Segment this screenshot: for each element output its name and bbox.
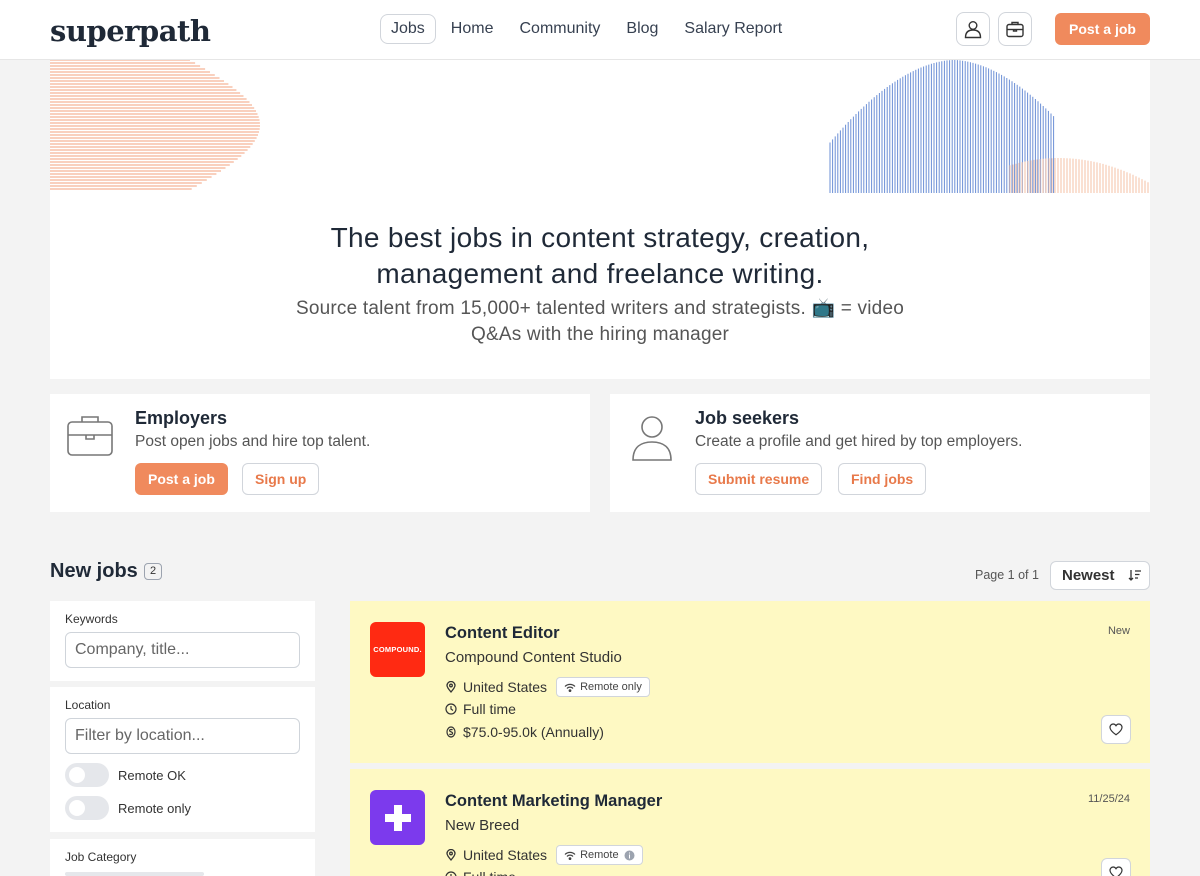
remote-ok-row: Remote OK — [65, 763, 186, 787]
company-logo: COMPOUND. — [370, 622, 425, 677]
company-logo-text: COMPOUND. — [373, 645, 422, 654]
page-info: Page 1 of 1 — [975, 568, 1039, 582]
sort-dropdown[interactable]: Newest — [1050, 561, 1150, 590]
job-card[interactable]: Content Marketing Manager New Breed Unit… — [350, 769, 1150, 876]
info-icon[interactable] — [624, 850, 635, 861]
top-header: superpath Jobs Home Community Blog Salar… — [0, 0, 1200, 60]
heart-icon — [1109, 723, 1123, 736]
nav-blog[interactable]: Blog — [615, 14, 669, 44]
hero-subtitle-line: Source talent from 15,000+ talented writ… — [296, 298, 904, 319]
job-type-row: Full time — [445, 701, 516, 717]
sign-up-button[interactable]: Sign up — [242, 463, 320, 495]
job-type: Full time — [463, 701, 516, 717]
submit-resume-button[interactable]: Submit resume — [695, 463, 823, 495]
job-company: Compound Content Studio — [445, 649, 622, 666]
nav-community[interactable]: Community — [508, 14, 611, 44]
job-category-filter: Job Category — [50, 839, 315, 876]
new-jobs-count-badge: 2 — [144, 563, 162, 580]
job-salary-row: $75.0-95.0k (Annually) — [445, 724, 604, 740]
map-pin-icon — [445, 681, 457, 693]
post-job-button[interactable]: Post a job — [1055, 13, 1150, 45]
remote-ok-label: Remote OK — [118, 767, 186, 783]
hero-title: The best jobs in content strategy, creat… — [50, 220, 1150, 292]
employers-post-job-button[interactable]: Post a job — [135, 463, 228, 495]
company-logo — [370, 790, 425, 845]
plus-logo-icon — [384, 804, 411, 831]
job-title[interactable]: Content Editor — [445, 624, 560, 643]
keywords-filter: Keywords Company, title... — [50, 601, 315, 681]
hero-title-line: The best jobs in content strategy, creat… — [330, 222, 870, 253]
job-date: 11/25/24 — [1087, 793, 1130, 805]
wifi-icon — [564, 851, 576, 860]
job-category-label: Job Category — [65, 850, 137, 864]
money-icon — [445, 726, 457, 738]
remote-badge: Remote only — [556, 677, 650, 697]
job-salary: $75.0-95.0k (Annually) — [463, 724, 604, 740]
wifi-icon — [564, 683, 576, 692]
job-type-row: Full time — [445, 869, 516, 876]
nav-jobs[interactable]: Jobs — [380, 14, 436, 44]
job-location: United States — [463, 679, 548, 695]
keywords-label: Keywords — [65, 612, 118, 626]
job-location-row: United States Remote — [445, 845, 643, 865]
remote-ok-toggle[interactable] — [65, 763, 109, 787]
job-type: Full time — [463, 869, 516, 876]
job-category-chip[interactable] — [65, 872, 204, 876]
save-job-button[interactable] — [1101, 715, 1131, 744]
job-date: New — [1107, 625, 1130, 637]
heart-icon — [1109, 866, 1123, 876]
job-seekers-title: Job seekers — [695, 408, 800, 428]
main-nav: Jobs Home Community Blog Salary Report — [380, 14, 797, 44]
user-icon — [964, 21, 982, 39]
remote-badge-label: Remote — [580, 849, 619, 861]
briefcase-icon — [67, 416, 113, 456]
remote-badge-label: Remote only — [580, 681, 642, 693]
sort-icon — [1128, 570, 1141, 581]
employers-description: Post open jobs and hire top talent. — [135, 433, 371, 450]
hero-subtitle-line: Q&As with the hiring manager — [471, 324, 729, 345]
job-location-row: United States Remote only — [445, 677, 650, 697]
superpath-logo[interactable]: superpath — [50, 14, 211, 48]
save-job-button[interactable] — [1101, 858, 1131, 876]
location-input[interactable]: Filter by location... — [65, 718, 300, 754]
nav-home[interactable]: Home — [440, 14, 505, 44]
location-filter: Location Filter by location... Remote OK… — [50, 687, 315, 832]
job-seekers-description: Create a profile and get hired by top em… — [695, 433, 1023, 450]
nav-salary-report[interactable]: Salary Report — [673, 14, 793, 44]
account-button[interactable] — [956, 12, 990, 46]
location-label: Location — [65, 698, 111, 712]
job-seekers-card: Job seekers Create a profile and get hir… — [610, 394, 1150, 512]
sort-label: Newest — [1062, 567, 1115, 584]
job-card[interactable]: COMPOUND. Content Editor Compound Conten… — [350, 601, 1150, 763]
keywords-input[interactable]: Company, title... — [65, 632, 300, 668]
hero-subtitle: Source talent from 15,000+ talented writ… — [280, 296, 920, 348]
remote-only-label: Remote only — [118, 800, 191, 816]
briefcase-icon — [1006, 21, 1024, 38]
job-company: New Breed — [445, 817, 520, 834]
clock-icon — [445, 703, 457, 715]
job-title[interactable]: Content Marketing Manager — [445, 792, 662, 811]
user-icon — [632, 416, 672, 461]
hero-title-line: management and freelance writing. — [376, 258, 824, 289]
map-pin-icon — [445, 849, 457, 861]
remote-only-toggle[interactable] — [65, 796, 109, 820]
find-jobs-button[interactable]: Find jobs — [838, 463, 927, 495]
new-jobs-title: New jobs — [50, 560, 138, 582]
clock-icon — [445, 871, 457, 876]
employers-card: Employers Post open jobs and hire top ta… — [50, 394, 590, 512]
employer-button[interactable] — [998, 12, 1032, 46]
employers-title: Employers — [135, 408, 228, 428]
remote-badge: Remote — [556, 845, 643, 865]
remote-only-row: Remote only — [65, 796, 191, 820]
job-location: United States — [463, 847, 548, 863]
